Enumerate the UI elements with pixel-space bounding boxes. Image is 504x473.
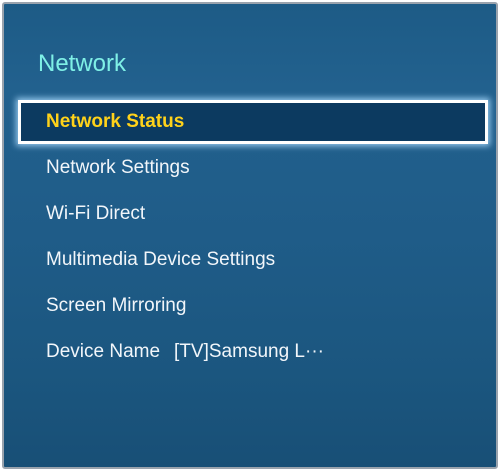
menu-item-wifi-direct[interactable]: Wi-Fi Direct: [18, 192, 488, 236]
menu-item-screen-mirroring[interactable]: Screen Mirroring: [18, 284, 488, 328]
device-name-value: [TV]Samsung L···: [174, 341, 324, 362]
menu-item-multimedia-device-settings[interactable]: Multimedia Device Settings: [18, 238, 488, 282]
menu-item-device-name[interactable]: Device Name [TV]Samsung L···: [18, 330, 488, 374]
menu-item-label: Screen Mirroring: [46, 295, 187, 316]
menu-item-label: Network Settings: [46, 157, 190, 178]
menu-list: Network Status Network Settings Wi-Fi Di…: [4, 100, 496, 376]
menu-item-network-status[interactable]: Network Status: [18, 100, 488, 144]
menu-item-label: Wi-Fi Direct: [46, 203, 146, 224]
menu-title: Network: [38, 50, 127, 77]
menu-item-label: Multimedia Device Settings: [46, 249, 276, 270]
menu-item-label: Network Status: [46, 111, 185, 132]
network-menu-panel: Network Network Status Network Settings …: [2, 2, 498, 469]
menu-item-label: Device Name: [46, 341, 161, 362]
menu-item-network-settings[interactable]: Network Settings: [18, 146, 488, 190]
